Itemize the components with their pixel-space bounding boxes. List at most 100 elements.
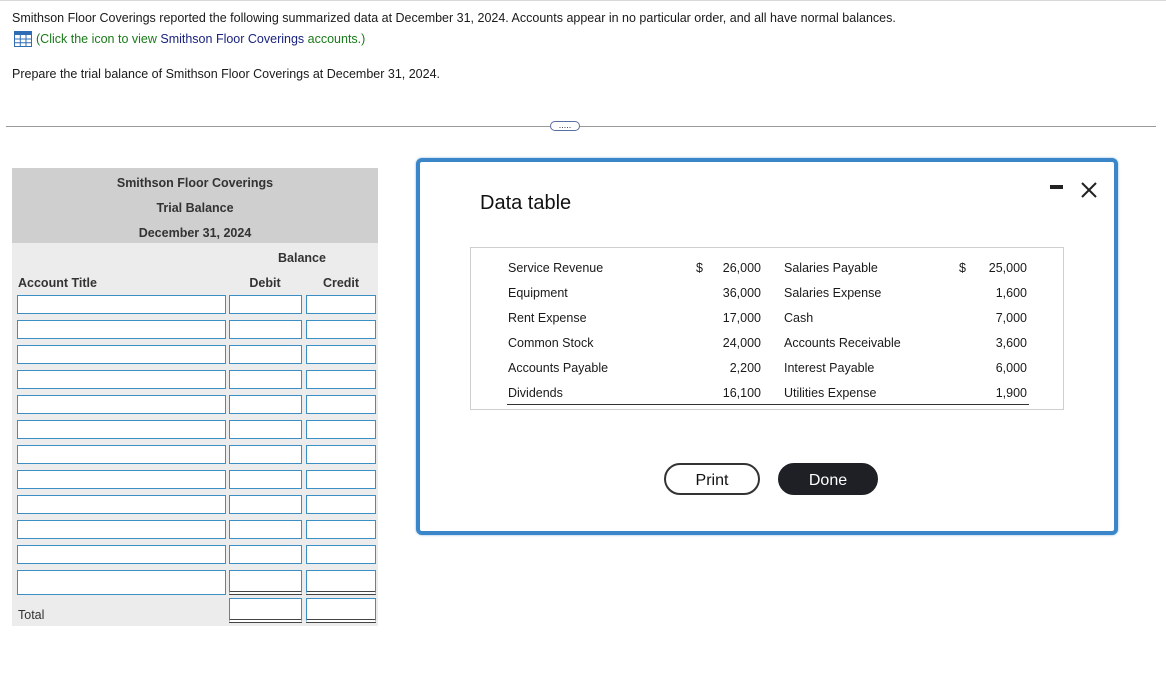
credit-input[interactable] [306,420,376,439]
debit-input[interactable] [229,370,302,389]
table-row [12,495,378,516]
account-title-input[interactable] [17,295,226,314]
credit-input[interactable] [306,470,376,489]
credit-input[interactable] [306,545,376,564]
amount: 3,600 [995,336,1027,350]
expand-button[interactable]: ..... [550,121,580,131]
credit-input[interactable] [306,370,376,389]
accounts-data-table: Service Revenue $26,000 Salaries Payable $2… [470,247,1064,410]
account-name: Accounts Receivable [784,336,901,350]
table-row [12,295,378,316]
link-prefix[interactable]: (Click the icon to view [36,32,160,46]
question-prepare: Prepare the trial balance of Smithson Fl… [12,67,441,81]
data-table-row: Accounts Payable 2,200 Interest Payable 6,0… [471,356,1065,381]
total-credit-input[interactable] [306,598,376,623]
account-name: Service Revenue [508,261,604,275]
data-table-row: Equipment 36,000 Salaries Expense 1,600 [471,281,1065,306]
amount: 6,000 [995,361,1027,375]
table-row [12,395,378,416]
debit-input[interactable] [229,495,302,514]
link-suffix[interactable]: accounts.) [304,32,366,46]
account-title-input[interactable] [17,570,226,595]
account-name: Utilities Expense [784,386,877,400]
debit-input[interactable] [229,320,302,339]
data-table-row: Service Revenue $26,000 Salaries Payable $2… [471,256,1065,281]
table-row [12,420,378,441]
account-name: Salaries Payable [784,261,878,275]
print-button[interactable]: Print [664,463,760,495]
debit-input[interactable] [229,395,302,414]
table-row [12,470,378,491]
account-title-header: Account Title [18,276,97,290]
account-name: Interest Payable [784,361,875,375]
close-icon[interactable] [1080,172,1098,206]
amount: 36,000 [722,286,761,300]
dialog-title: Data table [480,192,572,214]
accounts-link[interactable]: (Click the icon to view Smithson Floor C… [14,31,365,47]
currency-symbol: $ [959,261,966,275]
debit-header: Debit [249,276,281,290]
table-icon[interactable] [14,31,32,47]
top-border [0,0,1166,1]
data-table-row: Common Stock 24,000 Accounts Receivable 3,6… [471,331,1065,356]
statement-title: Trial Balance [156,201,234,215]
account-name: Salaries Expense [784,286,882,300]
table-row [12,545,378,566]
link-company[interactable]: Smithson Floor Coverings [160,32,304,46]
credit-input[interactable] [306,320,376,339]
minimize-icon[interactable] [1050,185,1063,189]
question-intro: Smithson Floor Coverings reported the fo… [12,11,896,25]
credit-input[interactable] [306,345,376,364]
company-name: Smithson Floor Coverings [116,176,274,190]
credit-header: Credit [322,276,360,290]
account-title-input[interactable] [17,520,226,539]
amount: 7,000 [995,311,1027,325]
debit-input[interactable] [229,295,302,314]
account-title-input[interactable] [17,320,226,339]
credit-input[interactable] [306,495,376,514]
table-row [12,370,378,391]
amount: 26,000 [722,261,761,275]
debit-input[interactable] [229,420,302,439]
credit-input[interactable] [306,295,376,314]
total-debit-input[interactable] [229,598,302,623]
data-table-row: Rent Expense 17,000 Cash 7,000 [471,306,1065,331]
credit-input[interactable] [306,445,376,464]
account-name: Equipment [508,286,568,300]
account-title-input[interactable] [17,420,226,439]
table-row [12,445,378,466]
debit-input[interactable] [229,445,302,464]
table-row [12,320,378,341]
debit-input[interactable] [229,345,302,364]
table-row [12,520,378,541]
credit-input[interactable] [306,395,376,414]
amount: 2,200 [729,361,761,375]
credit-input[interactable] [306,570,376,595]
account-title-input[interactable] [17,370,226,389]
account-name: Rent Expense [508,311,587,325]
amount: 1,900 [995,386,1027,400]
debit-input[interactable] [229,520,302,539]
amount: 24,000 [722,336,761,350]
account-title-input[interactable] [17,445,226,464]
table-bottom-rule [507,404,1029,405]
trial-balance-worksheet: Smithson Floor Coverings Trial Balance D… [12,168,378,626]
account-title-input[interactable] [17,495,226,514]
amount: 17,000 [722,311,761,325]
account-name: Dividends [508,386,563,400]
credit-input[interactable] [306,520,376,539]
amount: 25,000 [988,261,1027,275]
account-title-input[interactable] [17,395,226,414]
debit-input[interactable] [229,470,302,489]
account-name: Common Stock [508,336,594,350]
section-divider [6,126,1156,127]
account-title-input[interactable] [17,470,226,489]
debit-input[interactable] [229,570,302,595]
account-name: Cash [784,311,814,325]
debit-input[interactable] [229,545,302,564]
done-button[interactable]: Done [778,463,878,495]
amount: 16,100 [722,386,761,400]
balance-header: Balance [278,251,326,265]
account-title-input[interactable] [17,345,226,364]
account-title-input[interactable] [17,545,226,564]
